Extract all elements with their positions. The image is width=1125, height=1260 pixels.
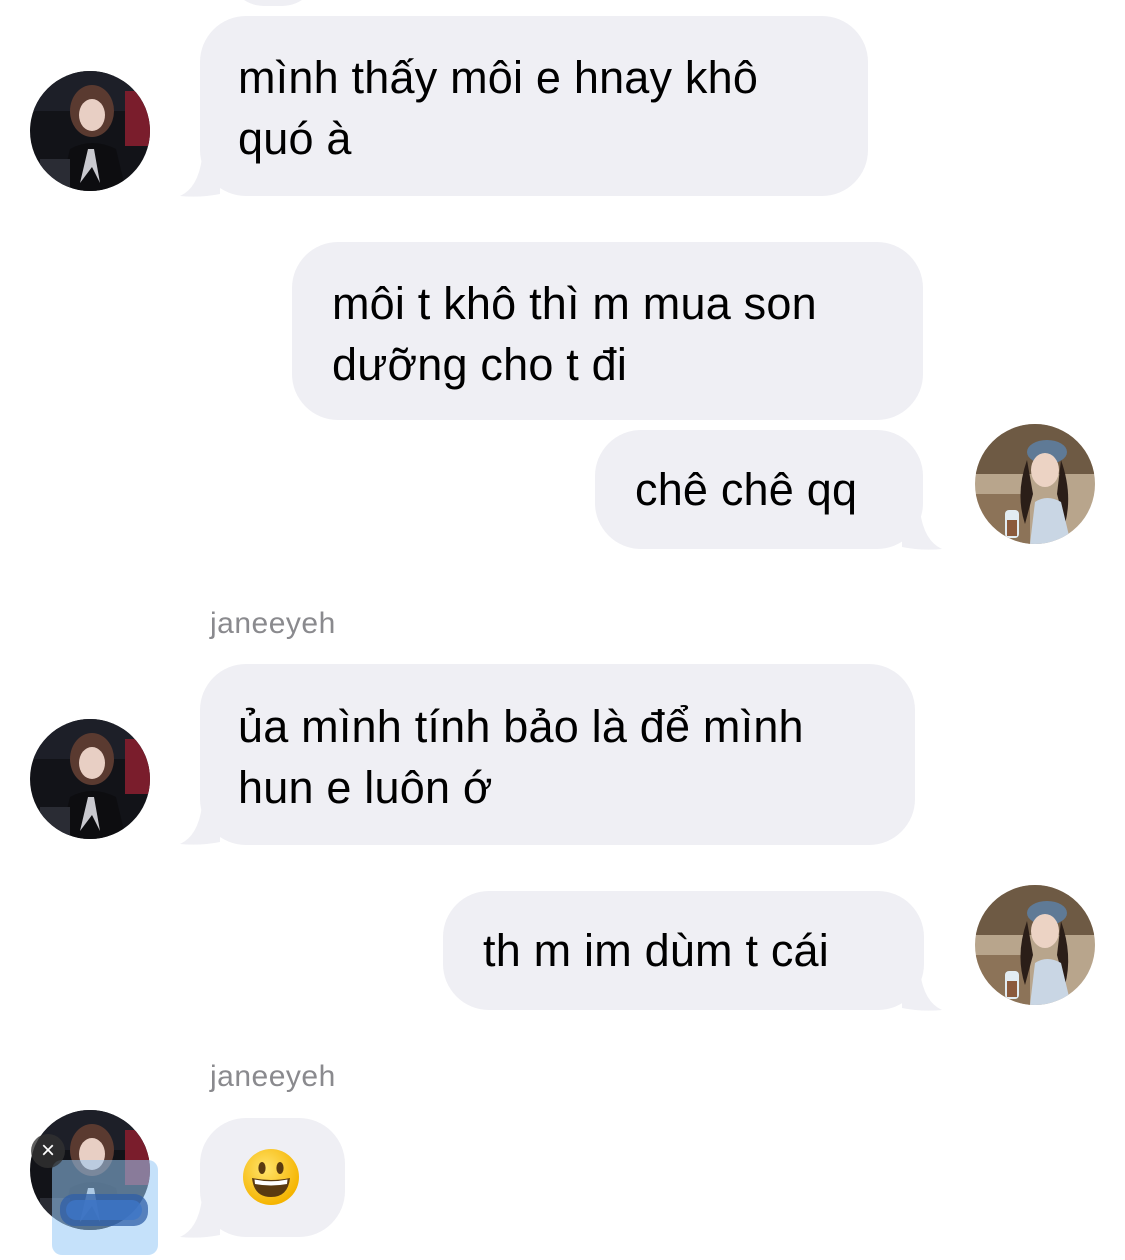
bubble-tail	[180, 158, 220, 197]
sender-name: janeeyeh	[210, 607, 336, 640]
floating-overlay-card[interactable]	[52, 1160, 158, 1255]
sender-name: janeeyeh	[210, 1060, 336, 1093]
message-bubble-outgoing[interactable]: môi t khô thì m mua son dưỡng cho t đi	[292, 242, 923, 420]
message-bubble-outgoing[interactable]: th m im dùm t cái	[443, 891, 924, 1010]
message-bubble-incoming[interactable]	[200, 1118, 345, 1237]
message-text: th m im dùm t cái	[483, 925, 829, 976]
grinning-face-icon	[243, 1149, 299, 1205]
message-bubble-incoming[interactable]: mình thấy môi e hnay khô quó à	[200, 16, 868, 196]
message-text: mình thấy môi e hnay khô quó à	[238, 52, 759, 164]
bubble-tail	[180, 1199, 220, 1238]
message-text: môi t khô thì m mua son dưỡng cho t đi	[332, 278, 817, 390]
avatar[interactable]	[975, 885, 1095, 1005]
message-text: chê chê qq	[635, 464, 858, 515]
overlay-thumbnail	[60, 1194, 148, 1226]
message-bubble-outgoing[interactable]: chê chê qq	[595, 430, 923, 549]
previous-message-bubble[interactable]	[228, 0, 318, 6]
conversation-thread: mình thấy môi e hnay khô quó à môi t khô…	[0, 0, 1125, 1255]
avatar[interactable]	[30, 71, 150, 191]
avatar[interactable]	[30, 719, 150, 839]
bubble-tail	[902, 972, 942, 1011]
avatar[interactable]	[975, 424, 1095, 544]
bubble-tail	[180, 806, 220, 845]
message-text: ủa mình tính bảo là để mình hun e luôn ớ	[238, 701, 804, 813]
bubble-tail	[902, 511, 942, 550]
message-bubble-incoming[interactable]: ủa mình tính bảo là để mình hun e luôn ớ	[200, 664, 915, 845]
close-icon[interactable]: ×	[31, 1134, 65, 1168]
